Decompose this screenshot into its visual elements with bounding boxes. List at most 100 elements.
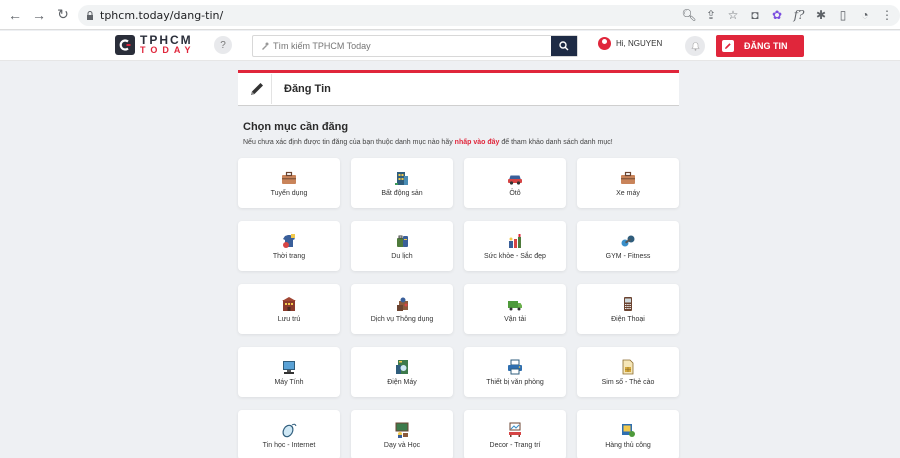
search-field-icon <box>262 42 269 50</box>
logo-text-bottom: TODAY <box>140 45 196 55</box>
category-card[interactable]: Sức khỏe - Sắc đẹp <box>464 221 566 271</box>
category-label: Sim số - Thẻ cào <box>601 378 655 386</box>
category-card[interactable]: Sim số - Thẻ cào <box>577 347 679 397</box>
section-title: Chọn mục cần đăng <box>243 121 349 133</box>
zoom-icon[interactable]: 🔍︎ <box>680 6 698 24</box>
profile-icon[interactable]: ◔ <box>856 6 874 24</box>
category-label: Sức khỏe - Sắc đẹp <box>484 252 546 260</box>
category-card[interactable]: Bất động sản <box>351 158 453 208</box>
category-card[interactable]: Hàng thủ công <box>577 410 679 458</box>
category-card[interactable]: Thời trang <box>238 221 340 271</box>
user-menu[interactable]: Hi, NGUYEN <box>598 37 662 50</box>
service-icon <box>397 297 408 311</box>
category-label: GYM - Fitness <box>605 252 651 260</box>
washing-machine-icon <box>396 359 408 374</box>
subtitle-text-end: để tham khảo danh sách danh mục! <box>501 139 613 146</box>
handicraft-icon <box>622 423 635 437</box>
category-label: Ôtô <box>509 189 521 197</box>
category-label: Hàng thủ công <box>605 441 651 449</box>
building-icon <box>395 171 408 185</box>
category-label: Xe máy <box>616 189 640 197</box>
category-card[interactable]: Tin học - Internet <box>238 410 340 458</box>
search-icon <box>559 41 569 51</box>
search-input[interactable] <box>253 36 551 56</box>
post-ad-button[interactable]: ĐĂNG TIN <box>716 35 804 57</box>
search-box <box>252 35 578 57</box>
category-grid: Tuyển dụng Bất động sản Ôtô Xe máy Thời … <box>238 158 680 458</box>
printer-icon <box>508 359 522 374</box>
category-list-link[interactable]: nhấp vào đây <box>455 139 500 146</box>
category-label: Bất động sản <box>381 189 423 197</box>
category-card[interactable]: Lưu trú <box>238 284 340 334</box>
category-card[interactable]: Điện Máy <box>351 347 453 397</box>
lock-icon <box>87 11 93 20</box>
decor-icon <box>509 422 521 437</box>
category-card[interactable]: Decor - Trang trí <box>464 410 566 458</box>
category-label: Vận tải <box>504 315 526 323</box>
site-header: TPHCM TODAY ? Hi, NGUYEN ĐĂNG TIN <box>0 31 900 61</box>
logo-text-top: TPHCM <box>140 33 193 47</box>
reload-icon[interactable]: ↻ <box>54 6 72 24</box>
sidepanel-icon[interactable]: ▯ <box>834 6 852 24</box>
category-label: Tin học - Internet <box>262 441 316 449</box>
browser-toolbar: ← → ↻ tphcm.today/dang-tin/ 🔍︎ ⇪ ☆ ◘ ✿ f… <box>0 0 900 30</box>
truck-icon <box>508 300 522 310</box>
menu-icon[interactable]: ⋮ <box>878 6 896 24</box>
category-card[interactable]: GYM - Fitness <box>577 221 679 271</box>
category-label: Thiết bị văn phòng <box>486 378 544 386</box>
category-card[interactable]: Dịch vụ Thông dụng <box>351 284 453 334</box>
category-card[interactable]: Ôtô <box>464 158 566 208</box>
logo-mark-icon <box>115 35 135 55</box>
category-card[interactable]: Dạy và Học <box>351 410 453 458</box>
extension-icon[interactable]: ✿ <box>768 6 786 24</box>
formula-icon[interactable]: f? <box>790 6 808 24</box>
car-icon <box>508 175 522 185</box>
subtitle-text: Nếu chưa xác định được tin đăng của bạn … <box>243 139 453 146</box>
url-text: tphcm.today/dang-tin/ <box>100 9 224 22</box>
computer-icon <box>283 360 295 374</box>
panel-header: Đăng Tin <box>238 70 679 106</box>
pen-icon <box>242 74 272 104</box>
page-title: Đăng Tin <box>284 83 331 95</box>
avatar <box>598 37 611 50</box>
search-button[interactable] <box>551 36 577 56</box>
forward-icon[interactable]: → <box>30 6 48 24</box>
category-label: Dịch vụ Thông dụng <box>370 315 434 323</box>
category-label: Máy Tính <box>274 378 304 386</box>
category-card[interactable]: Vận tải <box>464 284 566 334</box>
dumbbell-icon <box>621 235 635 246</box>
category-card[interactable]: Điện Thoại <box>577 284 679 334</box>
luggage-icon <box>397 235 408 247</box>
bell-icon <box>690 42 700 51</box>
mouse-icon <box>282 423 297 437</box>
category-label: Thời trang <box>272 252 306 260</box>
sim-card-icon <box>622 359 634 374</box>
category-card[interactable]: Thiết bị văn phòng <box>464 347 566 397</box>
blackboard-icon <box>395 422 409 438</box>
category-label: Điện Máy <box>387 378 417 386</box>
category-card[interactable]: Du lịch <box>351 221 453 271</box>
help-button[interactable]: ? <box>214 36 232 54</box>
category-label: Lưu trú <box>277 315 301 323</box>
section-subtitle: Nếu chưa xác định được tin đăng của bạn … <box>243 139 613 146</box>
user-name: Hi, NGUYEN <box>616 39 663 48</box>
logo[interactable]: TPHCM TODAY <box>115 33 196 55</box>
category-card[interactable]: Máy Tính <box>238 347 340 397</box>
motorbike-icon <box>621 171 635 184</box>
back-icon[interactable]: ← <box>6 6 24 24</box>
notification-button[interactable] <box>685 36 705 56</box>
camera-icon[interactable]: ◘ <box>746 6 764 24</box>
category-label: Du lịch <box>391 252 413 260</box>
puzzle-icon[interactable]: ✱ <box>812 6 830 24</box>
category-label: Tuyển dụng <box>270 189 308 197</box>
category-label: Decor - Trang trí <box>489 441 541 449</box>
category-label: Điện Thoại <box>611 315 645 323</box>
briefcase-icon <box>282 171 296 184</box>
category-card[interactable]: Tuyển dụng <box>238 158 340 208</box>
category-card[interactable]: Xe máy <box>577 158 679 208</box>
fashion-icon <box>283 233 295 248</box>
hotel-icon <box>282 296 296 311</box>
star-icon[interactable]: ☆ <box>724 6 742 24</box>
share-icon[interactable]: ⇪ <box>702 6 720 24</box>
category-label: Dạy và Học <box>383 441 421 449</box>
